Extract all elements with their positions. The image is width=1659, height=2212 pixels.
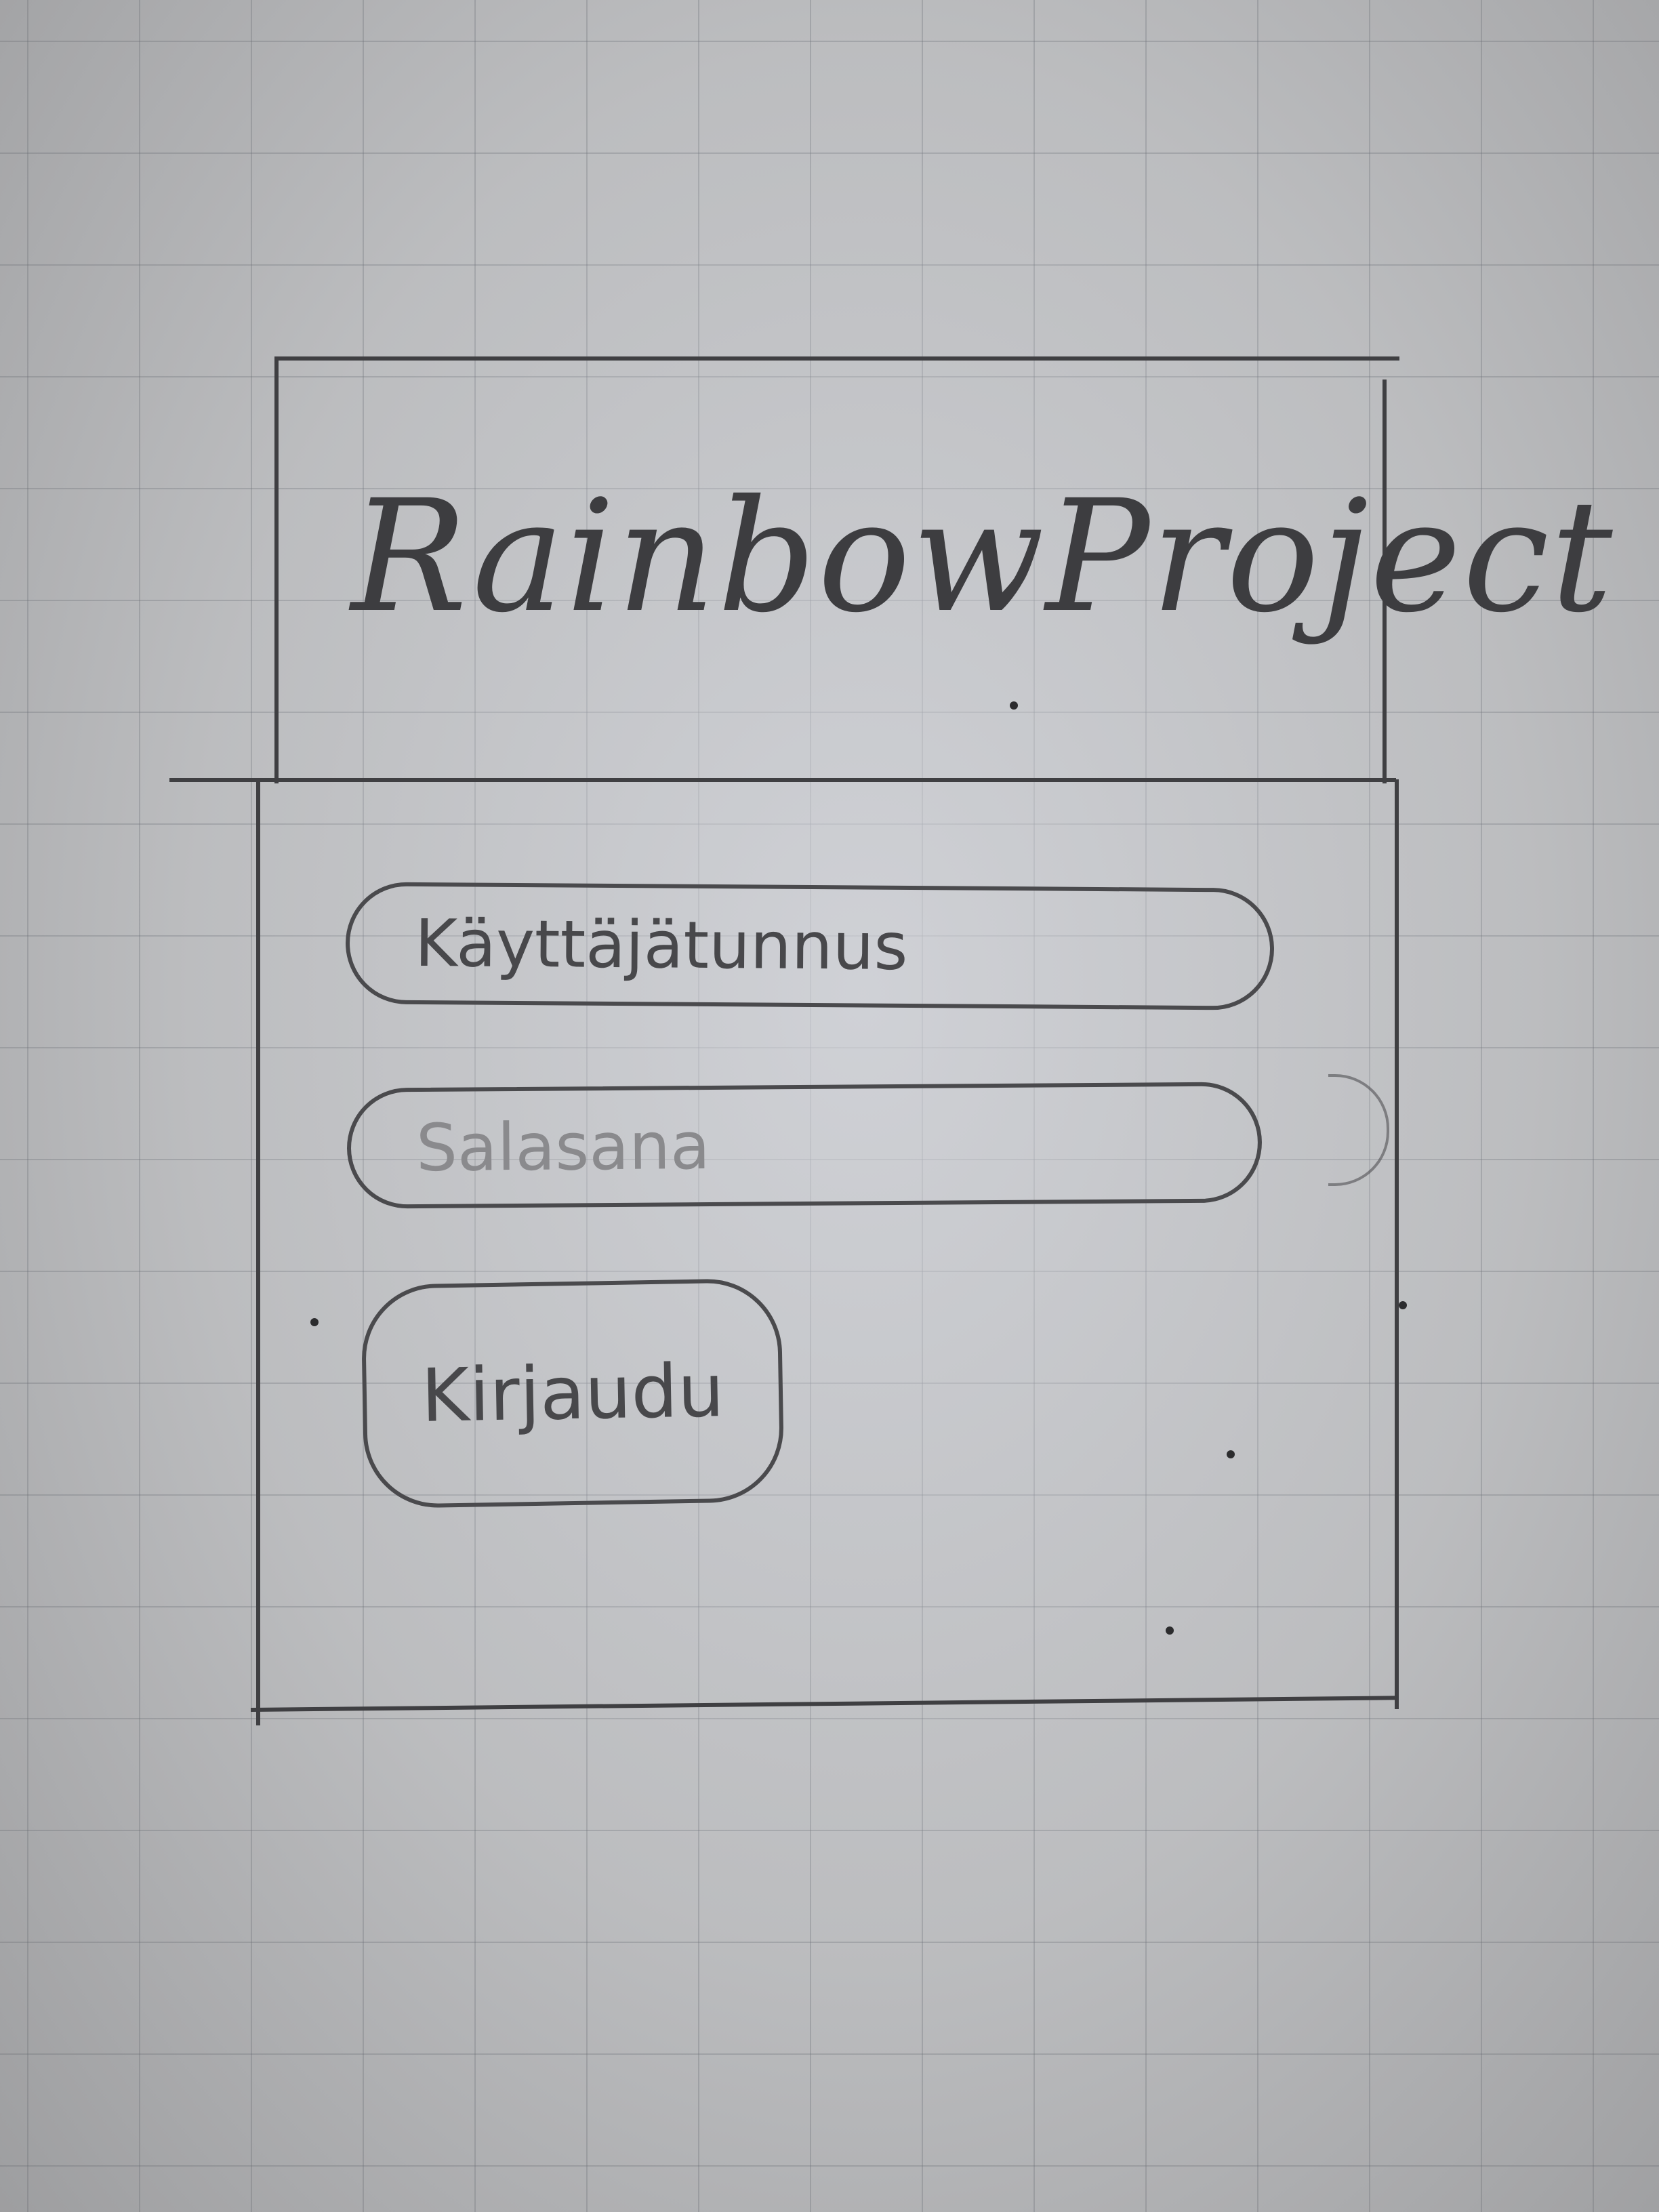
pencil-speck bbox=[310, 1318, 319, 1326]
app-title: RainbowProject bbox=[351, 466, 1614, 647]
pencil-speck bbox=[1010, 701, 1018, 710]
password-placeholder: Salasana bbox=[415, 1107, 711, 1186]
login-button-label: Kirjaudu bbox=[420, 1348, 725, 1439]
app-header: RainbowProject bbox=[276, 358, 1614, 778]
header-divider bbox=[169, 778, 1396, 782]
pencil-speck bbox=[1166, 1626, 1174, 1635]
login-panel: Käyttäjätunnus Salasana Kirjaudu bbox=[258, 783, 1396, 1725]
password-field[interactable]: Salasana bbox=[346, 1082, 1263, 1209]
login-button[interactable]: Kirjaudu bbox=[361, 1277, 785, 1509]
pencil-speck bbox=[1399, 1301, 1407, 1309]
username-field[interactable]: Käyttäjätunnus bbox=[345, 882, 1275, 1010]
pencil-speck bbox=[1227, 1450, 1235, 1458]
username-placeholder: Käyttäjätunnus bbox=[414, 905, 908, 985]
